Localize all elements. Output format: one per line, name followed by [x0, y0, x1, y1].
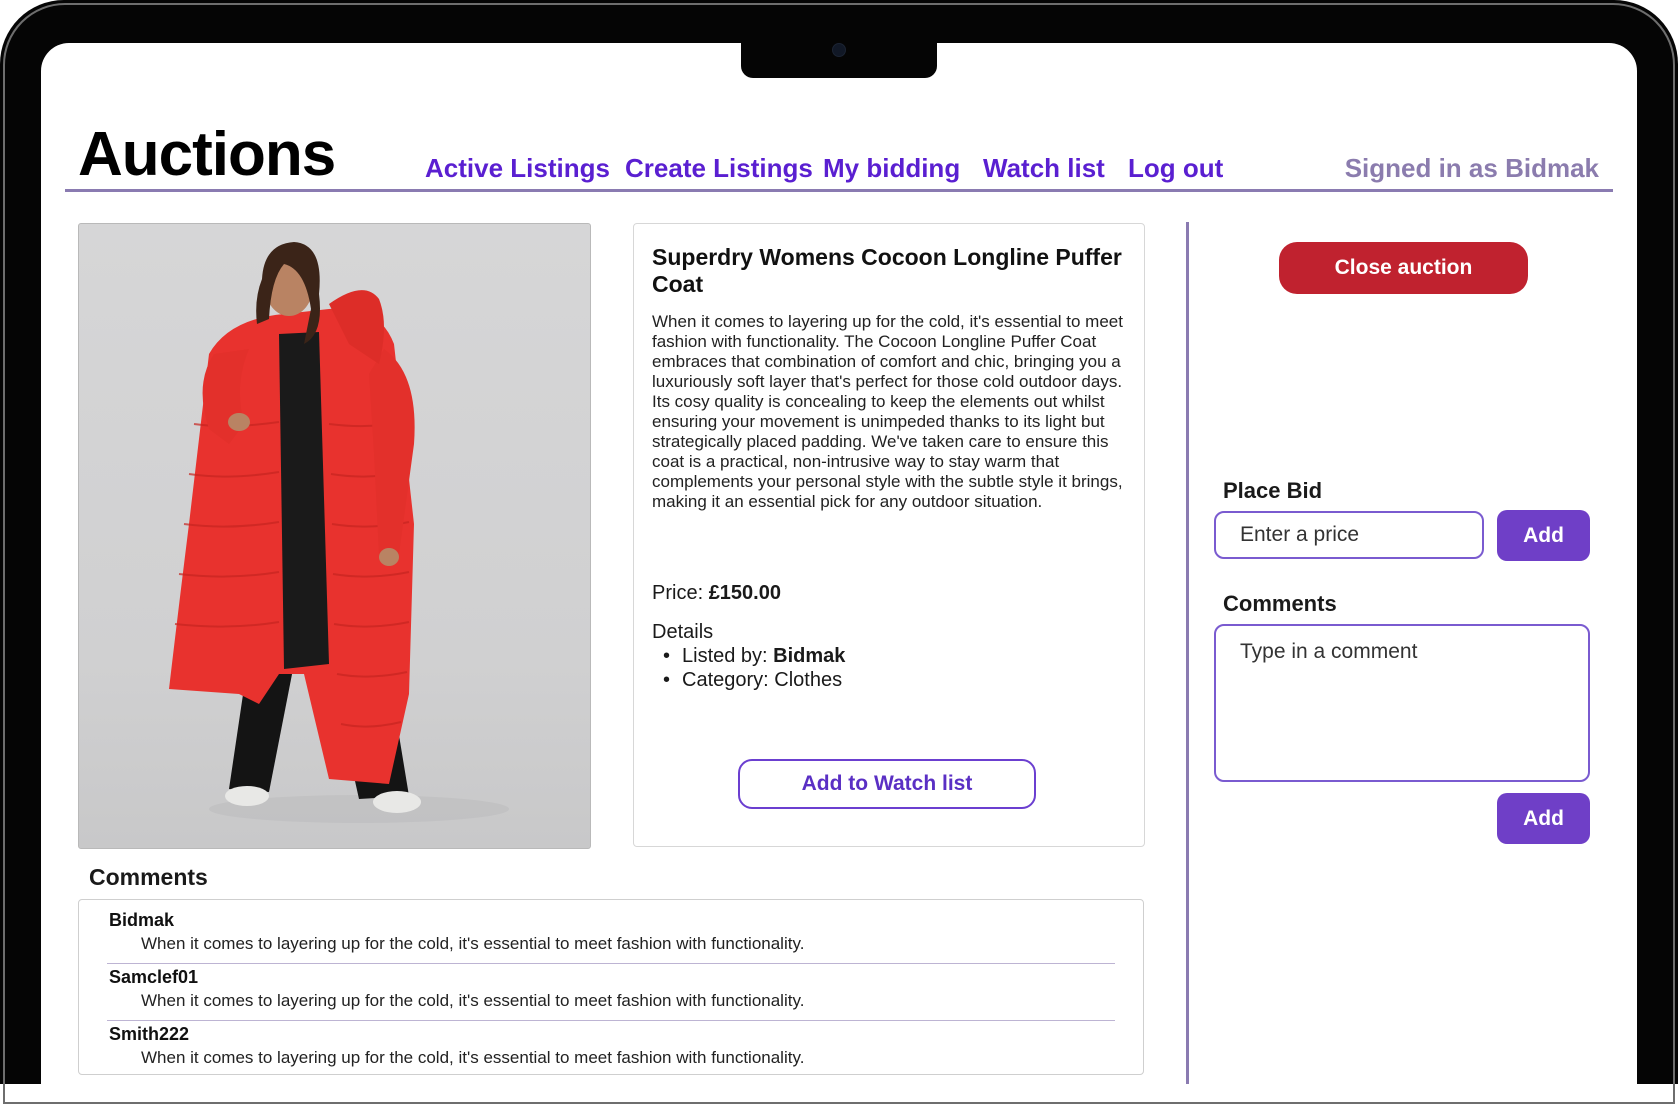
add-to-watch-list-button[interactable]: Add to Watch list: [738, 759, 1036, 809]
price-label: Price:: [652, 582, 704, 604]
add-comment-button[interactable]: Add: [1497, 793, 1590, 844]
app-screen: Auctions Active Listings Create Listings…: [41, 43, 1637, 1084]
nav-my-bidding[interactable]: My bidding: [823, 153, 960, 184]
comment-input[interactable]: [1214, 624, 1590, 782]
comments-list: Bidmak When it comes to layering up for …: [78, 899, 1144, 1075]
comment-item: Bidmak When it comes to layering up for …: [107, 906, 1115, 964]
listed-by-label: Listed by:: [682, 645, 768, 667]
comment-user: Bidmak: [109, 910, 175, 930]
detail-category: Category: Clothes: [652, 668, 845, 692]
nav-watch-list[interactable]: Watch list: [983, 153, 1105, 184]
comment-text: When it comes to layering up for the col…: [141, 934, 805, 953]
camera-icon: [832, 43, 846, 57]
signed-in-prefix: Signed in as: [1344, 153, 1498, 183]
panel-divider: [1186, 222, 1189, 1084]
comment-user: Samclef01: [109, 967, 199, 987]
app-title: Auctions: [78, 120, 336, 189]
comment-text: When it comes to layering up for the col…: [141, 1048, 805, 1067]
bid-price-input[interactable]: [1214, 511, 1484, 559]
details-list: Listed by: Bidmak Category: Clothes: [652, 644, 845, 692]
comment-user: Smith222: [109, 1024, 190, 1044]
comment-form-label: Comments: [1223, 591, 1337, 616]
header-divider: [65, 189, 1613, 192]
comment-item: Smith222 When it comes to layering up fo…: [107, 1020, 1115, 1077]
product-description: When it comes to layering up for the col…: [652, 312, 1123, 511]
category-value: Clothes: [774, 669, 843, 691]
comments-heading: Comments: [89, 864, 208, 890]
product-price: Price: £150.00: [652, 582, 781, 605]
product-image: [78, 223, 591, 849]
comment-item: Samclef01 When it comes to layering up f…: [107, 963, 1115, 1021]
signed-in-status: Signed in as Bidmak: [1345, 153, 1599, 184]
product-details-card: Superdry Womens Cocoon Longline Puffer C…: [633, 223, 1145, 847]
comment-text: When it comes to layering up for the col…: [141, 991, 805, 1010]
nav-create-listings[interactable]: Create Listings: [625, 153, 813, 184]
nav-log-out[interactable]: Log out: [1128, 153, 1223, 184]
detail-listed-by: Listed by: Bidmak: [652, 644, 845, 668]
product-title: Superdry Womens Cocoon Longline Puffer C…: [652, 244, 1122, 297]
close-auction-button[interactable]: Close auction: [1279, 242, 1528, 294]
listed-by-value: Bidmak: [773, 645, 846, 667]
camera-notch: [741, 43, 937, 78]
product-image-illustration: [169, 242, 509, 823]
category-label: Category:: [682, 669, 769, 691]
place-bid-label: Place Bid: [1223, 478, 1323, 503]
details-heading: Details: [652, 621, 714, 643]
add-bid-button[interactable]: Add: [1497, 510, 1590, 561]
nav-active-listings[interactable]: Active Listings: [425, 153, 610, 184]
price-value: £150.00: [708, 582, 781, 604]
signed-in-username: Bidmak: [1505, 153, 1599, 183]
